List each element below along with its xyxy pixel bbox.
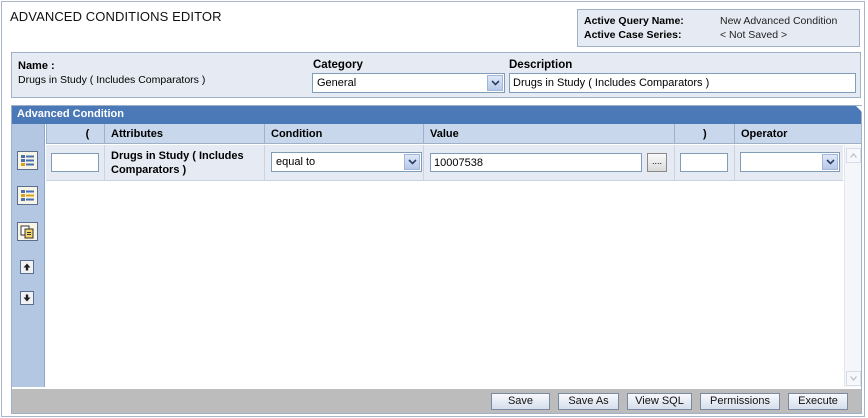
name-label: Name : (18, 60, 55, 72)
active-case-series-value: < Not Saved > (720, 29, 788, 41)
category-select[interactable]: General (312, 73, 505, 93)
column-operator: Operator (734, 124, 861, 144)
active-query-name-value: New Advanced Condition (720, 15, 838, 27)
active-query-info: Active Query Name: New Advanced Conditio… (577, 9, 860, 47)
column-value: Value (423, 124, 674, 144)
description-label: Description (509, 59, 573, 71)
chevron-down-icon[interactable] (487, 75, 503, 91)
category-select-value: General (317, 77, 357, 89)
arrow-down-icon[interactable] (20, 291, 34, 305)
column-attributes: Attributes (104, 124, 264, 144)
condition-toolbar (12, 124, 45, 387)
close-paren-input[interactable] (680, 153, 728, 172)
permissions-button[interactable]: Permissions (700, 393, 780, 410)
advanced-condition-header: Advanced Condition (12, 106, 862, 124)
attribute-line-2: Comparators ) (111, 164, 187, 176)
attribute-line-1: Drugs in Study ( Includes (111, 150, 244, 162)
add-condition-icon[interactable] (17, 151, 38, 170)
column-close-paren: ) (674, 124, 734, 144)
page-title: ADVANCED CONDITIONS EDITOR (10, 9, 222, 24)
name-panel: Name : Drugs in Study ( Includes Compara… (11, 52, 861, 98)
description-input[interactable]: Drugs in Study ( Includes Comparators ) (509, 73, 856, 93)
open-paren-input[interactable] (51, 153, 99, 172)
chevron-down-icon[interactable] (404, 154, 420, 170)
view-sql-button[interactable]: View SQL (627, 393, 692, 410)
save-button[interactable]: Save (491, 393, 550, 410)
close-paren-cell (674, 145, 734, 181)
vertical-scrollbar[interactable] (844, 145, 861, 387)
conditions-grid-header: ( Attributes Condition Value ) Operator (46, 124, 861, 144)
column-condition: Condition (264, 124, 423, 144)
active-case-series-label: Active Case Series: (584, 29, 682, 41)
advanced-condition-panel: Advanced Condition (Attributes Conditio… (11, 105, 862, 414)
active-query-name-label: Active Query Name: (584, 15, 684, 27)
scroll-up-icon[interactable] (846, 148, 861, 163)
column-open-paren: ( (46, 124, 104, 144)
condition-cell: equal to (264, 145, 423, 181)
category-label: Category (313, 59, 363, 71)
attribute-text: Drugs in Study ( Includes Comparators ) (111, 149, 261, 177)
action-bar: Save Save As View SQL Permissions Execut… (12, 389, 861, 413)
arrow-up-icon[interactable] (20, 260, 34, 274)
value-cell: 10007538 .... (423, 145, 674, 181)
value-input[interactable]: 10007538 (430, 153, 642, 172)
execute-button[interactable]: Execute (788, 393, 848, 410)
insert-condition-icon[interactable] (17, 186, 38, 205)
save-as-button[interactable]: Save As (558, 393, 619, 410)
condition-select[interactable]: equal to (271, 152, 422, 172)
scroll-down-icon[interactable] (846, 371, 861, 386)
operator-cell (734, 145, 843, 181)
chevron-down-icon[interactable] (822, 154, 838, 170)
table-row: Drugs in Study ( Includes Comparators ) … (46, 145, 843, 181)
attribute-cell: Drugs in Study ( Includes Comparators ) (104, 145, 264, 181)
condition-select-value: equal to (276, 156, 316, 168)
operator-select[interactable] (740, 152, 840, 172)
copy-condition-icon[interactable] (17, 222, 38, 241)
advanced-conditions-editor: ADVANCED CONDITIONS EDITOR Active Query … (1, 1, 865, 417)
name-value: Drugs in Study ( Includes Comparators ) (18, 74, 206, 86)
value-lookup-button[interactable]: .... (647, 153, 667, 172)
